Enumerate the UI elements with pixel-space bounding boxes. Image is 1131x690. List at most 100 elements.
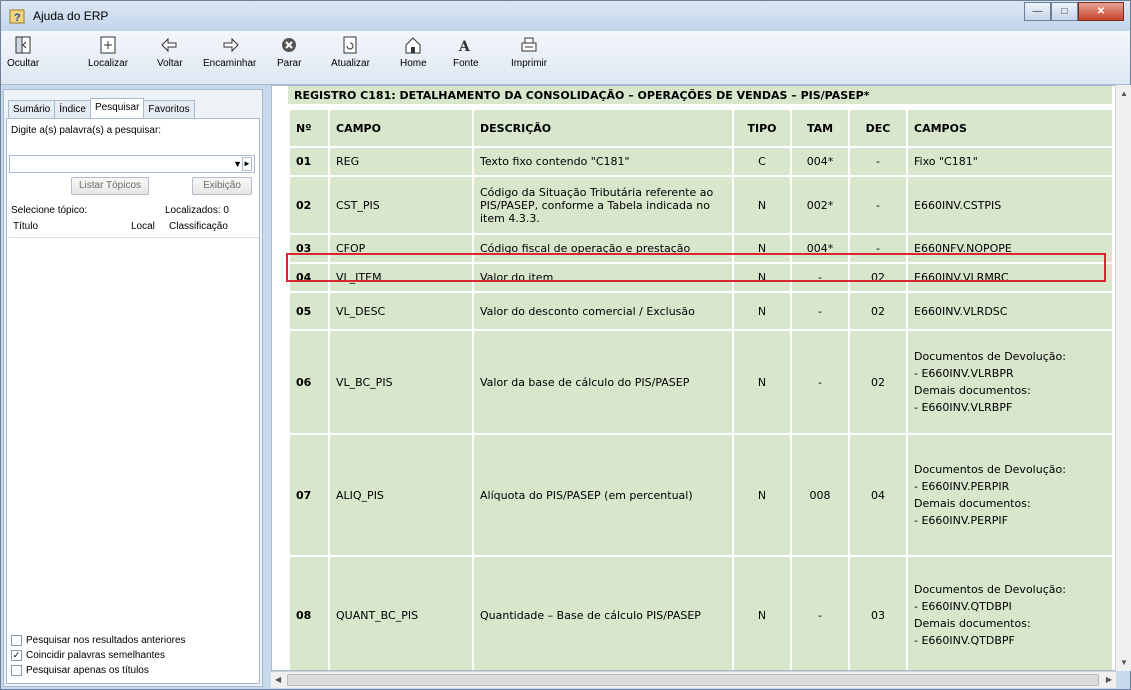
table-row: 05 VL_DESC Valor do desconto comercial / E… bbox=[288, 291, 1114, 331]
close-button[interactable]: ✕ bbox=[1078, 2, 1124, 21]
vertical-scrollbar[interactable]: ▲ ▼ bbox=[1115, 85, 1131, 671]
option-search-previous[interactable]: Pesquisar nos resultados anteriores bbox=[11, 635, 186, 646]
field-line: Documentos de Devolução: bbox=[914, 583, 1066, 596]
column-location[interactable]: Local bbox=[131, 221, 169, 237]
scroll-left-icon[interactable]: ◀ bbox=[275, 675, 281, 684]
maximize-button[interactable]: □ bbox=[1051, 2, 1078, 21]
table-row: 06 VL_BC_PIS Valor da base de cálculo do P… bbox=[288, 329, 1114, 435]
cell-size: 008 bbox=[790, 433, 850, 557]
print-button[interactable]: Imprimir bbox=[511, 35, 547, 69]
cell-description: Quantidade – Base de cálculo PIS/PASEP bbox=[472, 555, 734, 670]
play-arrow-icon[interactable]: ► bbox=[242, 157, 252, 171]
table-row: 07 ALIQ_PIS Alíquota do PIS/PASEP (em perc… bbox=[288, 433, 1114, 557]
field-line: Documentos de Devolução: bbox=[914, 350, 1066, 363]
table-row: 08 QUANT_BC_PIS Quantidade – Base de cálcu… bbox=[288, 555, 1114, 670]
locate-icon bbox=[100, 36, 116, 54]
checkbox-unchecked[interactable] bbox=[11, 665, 22, 676]
back-arrow-icon bbox=[161, 37, 177, 53]
column-title[interactable]: Título bbox=[9, 221, 131, 237]
field-line: - E660INV.PERPIF bbox=[914, 514, 1008, 527]
cell-field: VL_BC_PIS bbox=[328, 329, 474, 435]
cell-field: QUANT_BC_PIS bbox=[328, 555, 474, 670]
help-app-icon: ? bbox=[9, 9, 25, 24]
cell-field: VL_DESC bbox=[328, 291, 474, 331]
refresh-icon bbox=[343, 36, 357, 54]
cell-fields: E660INV.VLRMRC bbox=[906, 262, 1114, 293]
cell-field: ALIQ_PIS bbox=[328, 433, 474, 557]
refresh-button[interactable]: Atualizar bbox=[331, 35, 370, 69]
tab-index[interactable]: Índice bbox=[54, 100, 91, 118]
back-button[interactable]: Voltar bbox=[157, 35, 183, 69]
field-line: - E660INV.VLRBPF bbox=[914, 401, 1013, 414]
header-decimals: DEC bbox=[848, 108, 908, 148]
hide-button[interactable]: Ocultar bbox=[7, 35, 39, 69]
scroll-right-icon[interactable]: ▶ bbox=[1106, 675, 1112, 684]
home-button[interactable]: Home bbox=[400, 35, 427, 69]
tab-contents[interactable]: Sumário bbox=[8, 100, 56, 118]
column-rating[interactable]: Classificação bbox=[169, 221, 249, 237]
scroll-down-icon[interactable]: ▼ bbox=[1120, 658, 1128, 667]
cell-size: - bbox=[790, 291, 850, 331]
cell-type: N bbox=[732, 433, 792, 557]
field-line: - E660INV.QTDBPI bbox=[914, 600, 1012, 613]
option-titles-only[interactable]: Pesquisar apenas os títulos bbox=[11, 665, 149, 676]
cell-fields: E660NFV.NOPOPE bbox=[906, 233, 1114, 264]
cell-size: - bbox=[790, 555, 850, 670]
horizontal-scrollbar[interactable]: ◀ ▶ bbox=[271, 671, 1116, 688]
cell-decimals: 02 bbox=[848, 291, 908, 331]
list-topics-button[interactable]: Listar Tópicos bbox=[71, 177, 149, 195]
hide-icon bbox=[15, 36, 31, 54]
table-caption: REGISTRO C181: DETALHAMENTO DA CONSOLIDA… bbox=[288, 86, 1112, 106]
font-icon: A bbox=[458, 39, 471, 55]
checkbox-checked[interactable]: ✓ bbox=[11, 650, 22, 661]
font-button[interactable]: A Fonte bbox=[453, 35, 479, 69]
cell-size: 004* bbox=[790, 146, 850, 177]
cell-size: - bbox=[790, 329, 850, 435]
display-button[interactable]: Exibição bbox=[192, 177, 252, 195]
cell-type: N bbox=[732, 329, 792, 435]
cell-decimals: - bbox=[848, 233, 908, 264]
table-row: 01 REG Texto fixo contendo "C181" C 004* - Fix… bbox=[288, 146, 1114, 177]
cell-decimals: 03 bbox=[848, 555, 908, 670]
header-fields: CAMPOS bbox=[906, 108, 1114, 148]
cell-description: Código da Situação Tributária referente … bbox=[472, 175, 734, 235]
cell-description: Valor do desconto comercial / Exclusão bbox=[472, 291, 734, 331]
svg-text:?: ? bbox=[14, 12, 21, 24]
navigation-pane: Sumário Índice Pesquisar Favoritos Digit… bbox=[3, 89, 263, 687]
search-input[interactable]: ▼ ► bbox=[9, 155, 255, 173]
checkbox-unchecked[interactable] bbox=[11, 635, 22, 646]
scroll-up-icon[interactable]: ▲ bbox=[1120, 89, 1128, 98]
dropdown-arrow-icon[interactable]: ▼ bbox=[233, 159, 242, 169]
header-field: CAMPO bbox=[328, 108, 474, 148]
cell-description: Valor da base de cálculo do PIS/PASEP bbox=[472, 329, 734, 435]
home-icon bbox=[405, 37, 421, 54]
cell-number: 08 bbox=[288, 555, 330, 670]
cell-fields: Documentos de Devolução: - E660INV.PERPIR… bbox=[906, 433, 1114, 557]
register-table: Nº CAMPO DESCRIÇÃO TIPO TAM DEC CAMPOS 0… bbox=[288, 108, 1114, 670]
field-line: E660INV.CSTPIS bbox=[914, 198, 1002, 212]
cell-fields: Fixo "C181" bbox=[906, 146, 1114, 177]
forward-button[interactable]: Encaminhar bbox=[203, 35, 256, 69]
field-line: E660INV.VLRMRC bbox=[914, 271, 1009, 284]
option-similar-words[interactable]: ✓ Coincidir palavras semelhantes bbox=[11, 650, 165, 661]
locate-button[interactable]: Localizar bbox=[88, 35, 128, 69]
window-title: Ajuda do ERP bbox=[33, 9, 109, 23]
field-line: Fixo "C181" bbox=[914, 155, 978, 168]
tab-favorites[interactable]: Favoritos bbox=[143, 100, 195, 118]
cell-size: - bbox=[790, 262, 850, 293]
help-window: ? Ajuda do ERP — □ ✕ Ocultar Localizar V… bbox=[0, 0, 1131, 690]
stop-icon bbox=[282, 38, 297, 52]
tab-search[interactable]: Pesquisar bbox=[89, 98, 145, 118]
header-size: TAM bbox=[790, 108, 850, 148]
minimize-button[interactable]: — bbox=[1024, 2, 1051, 21]
cell-description: Alíquota do PIS/PASEP (em percentual) bbox=[472, 433, 734, 557]
field-line: - E660INV.VLRBPR bbox=[914, 367, 1014, 380]
scroll-thumb[interactable] bbox=[287, 674, 1099, 686]
stop-button[interactable]: Parar bbox=[277, 35, 301, 69]
cell-number: 04 bbox=[288, 262, 330, 293]
header-type: TIPO bbox=[732, 108, 792, 148]
results-list[interactable] bbox=[9, 239, 259, 621]
table-row: 04 VL_ITEM Valor do item N -02 E660INV.VLRMRC bbox=[288, 262, 1114, 293]
cell-size: 004* bbox=[790, 233, 850, 264]
cell-fields: Documentos de Devolução: - E660INV.VLRBPR… bbox=[906, 329, 1114, 435]
